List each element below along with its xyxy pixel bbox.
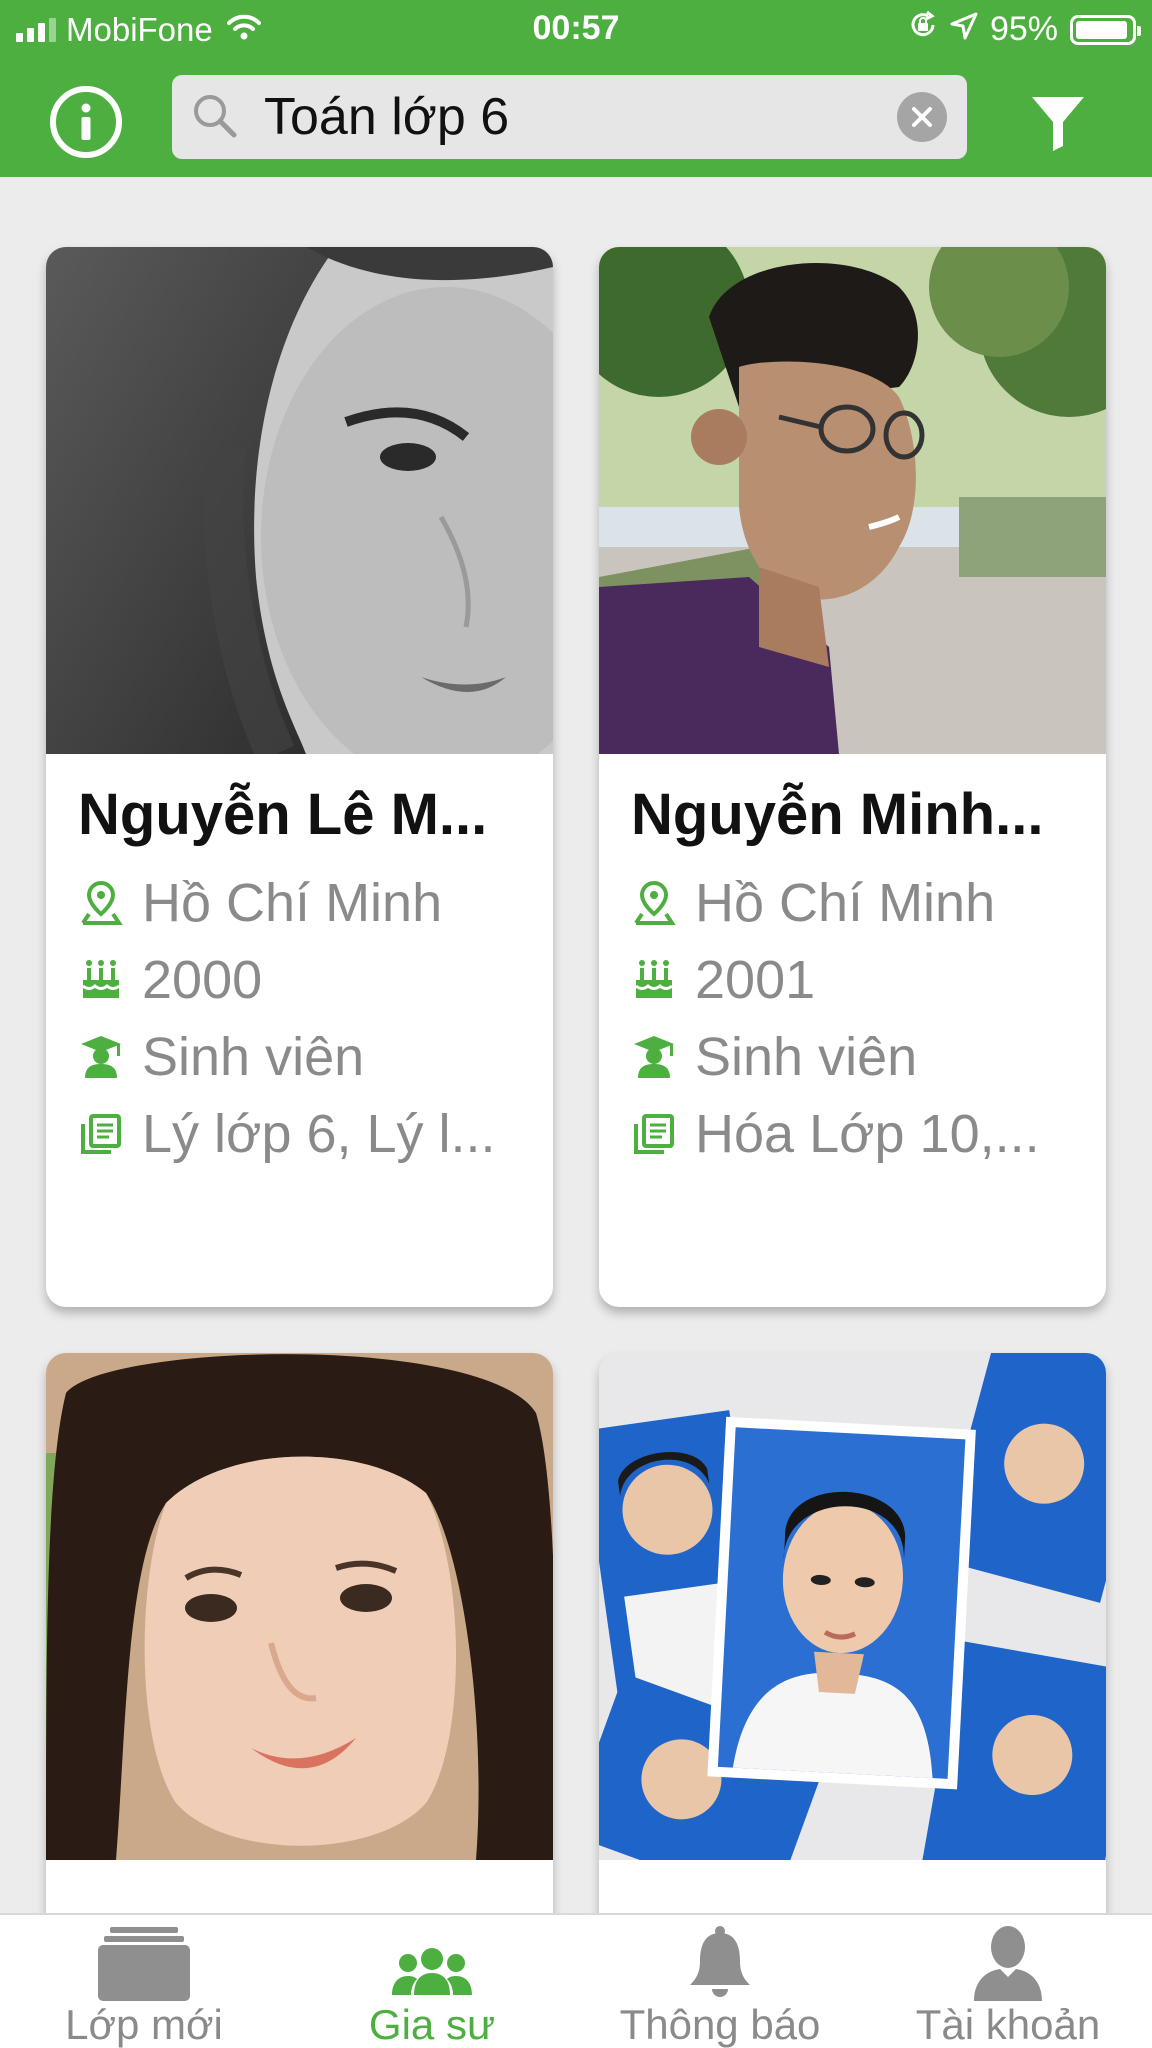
search-icon — [190, 91, 240, 146]
status-right: 95% — [908, 10, 1141, 49]
graduate-icon — [631, 1034, 677, 1080]
tutors-icon — [288, 1923, 576, 2001]
tutor-card[interactable]: Nguyễn Lê M... Hồ Chí Minh 2000 Sinh viê… — [46, 247, 553, 1307]
tab-tutors[interactable]: Gia sư — [288, 1915, 576, 2048]
info-button[interactable] — [50, 86, 122, 158]
battery-percent: 95% — [989, 10, 1058, 48]
battery-icon — [1070, 14, 1141, 45]
tab-label: Lớp mới — [65, 2001, 223, 2048]
tutor-subjects: Lý lớp 6, Lý l... — [142, 1103, 496, 1164]
tutor-name: Nguyễn Lê M... — [78, 782, 488, 847]
tutor-subjects: Hóa Lớp 10,... — [695, 1103, 1040, 1164]
filter-button[interactable] — [1030, 94, 1086, 157]
tutor-info: Nguyễn Minh... Hồ Chí Minh 2001 Sinh viê… — [599, 754, 1106, 1182]
search-input[interactable]: Toán lớp 6 — [264, 89, 509, 145]
tutor-photo — [599, 247, 1106, 754]
tab-notifications[interactable]: Thông báo — [576, 1915, 864, 2048]
tutor-name: Nguyễn Minh... — [631, 782, 1044, 847]
location-pin-icon — [78, 880, 124, 926]
classes-icon — [0, 1923, 288, 2001]
bottom-tab-bar: Lớp mới Gia sư Thông báo Tài khoản — [0, 1913, 1152, 2048]
location-arrow-icon — [950, 10, 978, 49]
tab-label: Gia sư — [368, 2001, 496, 2048]
tutor-location: Hồ Chí Minh — [695, 872, 996, 933]
tutor-birth-year: 2000 — [142, 949, 263, 1010]
app-screen: MobiFone 00:57 95% Toán lớp 6 Nguyễn Lê … — [0, 0, 1152, 2048]
clear-icon — [912, 107, 932, 127]
account-icon — [864, 1923, 1152, 2001]
status-bar: MobiFone 00:57 95% — [0, 0, 1152, 58]
tutor-subjects-row: Lý lớp 6, Lý l... — [78, 1085, 523, 1182]
birthday-cake-icon — [631, 957, 677, 1003]
tab-label: Thông báo — [619, 2001, 821, 2048]
book-icon — [78, 1111, 124, 1157]
graduate-icon — [78, 1034, 124, 1080]
birthday-cake-icon — [78, 957, 124, 1003]
book-icon — [631, 1111, 677, 1157]
header-bar: MobiFone 00:57 95% Toán lớp 6 — [0, 0, 1152, 177]
tutor-photo — [599, 1353, 1106, 1860]
tutor-info: Nguyễn Lê M... Hồ Chí Minh 2000 Sinh viê… — [46, 754, 553, 1182]
tutor-photo — [46, 1353, 553, 1860]
tutor-birth-year: 2001 — [695, 949, 816, 1010]
tab-label: Tài khoản — [915, 2001, 1101, 2048]
tutor-photo — [46, 247, 553, 754]
tutor-info — [46, 1860, 553, 1886]
info-circle-icon — [81, 103, 91, 140]
bell-icon — [576, 1923, 864, 2001]
clear-search-button[interactable] — [897, 92, 947, 142]
search-field[interactable]: Toán lớp 6 — [172, 75, 967, 159]
tutor-location: Hồ Chí Minh — [142, 872, 443, 933]
tutor-occupation: Sinh viên — [695, 1026, 918, 1087]
tutor-subjects-row: Hóa Lớp 10,... — [631, 1085, 1076, 1182]
tab-new-classes[interactable]: Lớp mới — [0, 1915, 288, 2048]
tutor-info — [599, 1860, 1106, 1886]
location-pin-icon — [631, 880, 677, 926]
tutor-occupation: Sinh viên — [142, 1026, 365, 1087]
tab-account[interactable]: Tài khoản — [864, 1915, 1152, 2048]
tutor-card[interactable]: Nguyễn Minh... Hồ Chí Minh 2001 Sinh viê… — [599, 247, 1106, 1307]
filter-icon — [1032, 97, 1084, 151]
orientation-lock-icon — [908, 10, 938, 49]
